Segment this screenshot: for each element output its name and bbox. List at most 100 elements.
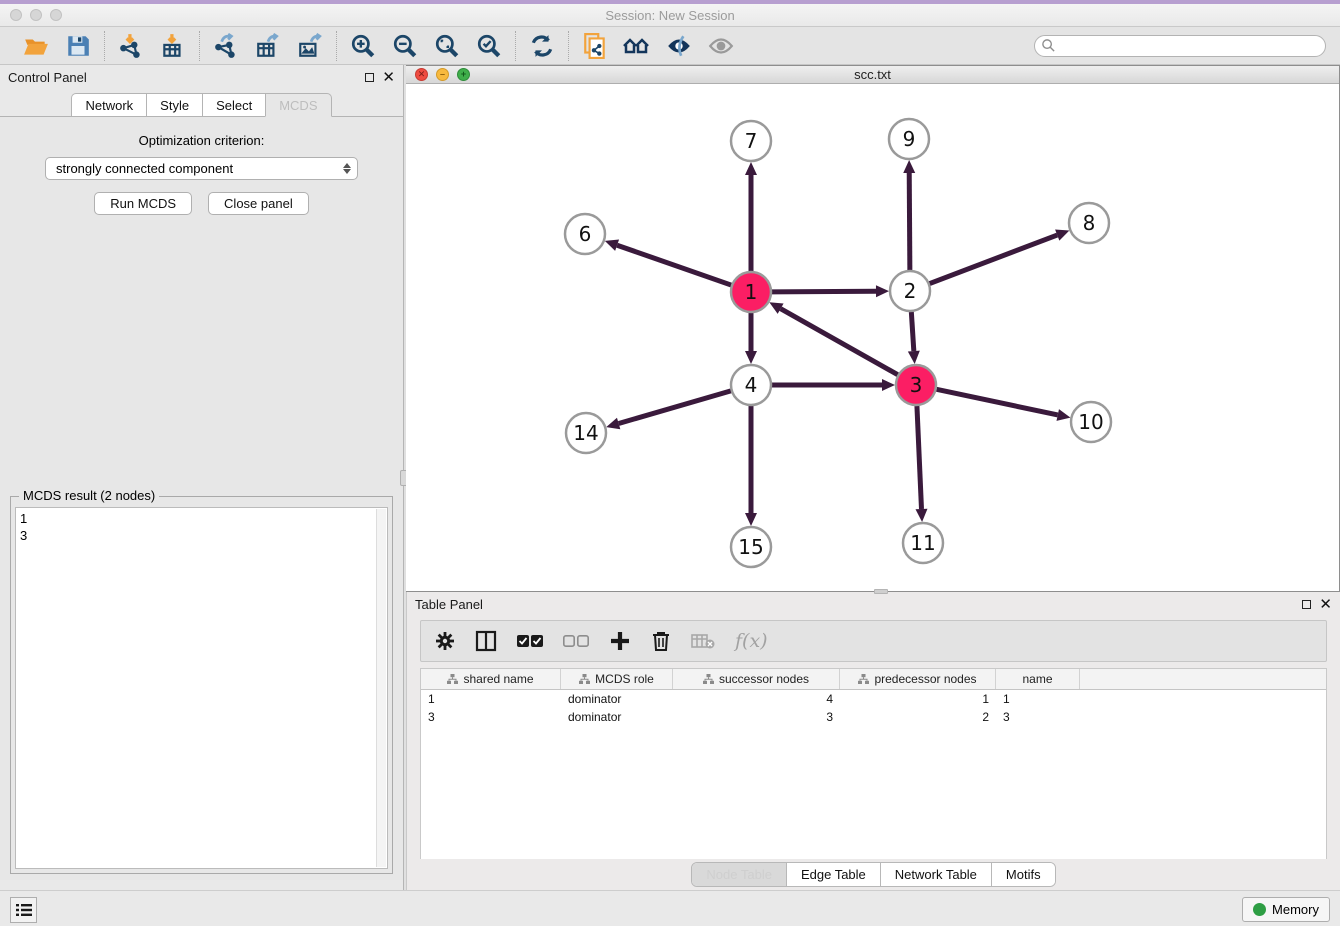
column-header-predecessor-nodes[interactable]: predecessor nodes <box>840 669 996 689</box>
arrowhead <box>606 418 620 430</box>
cell-name: 1 <box>996 692 1080 708</box>
graph-node-7[interactable]: 7 <box>731 121 771 161</box>
function-builder-icon: f(x) <box>735 629 768 653</box>
graph-node-11[interactable]: 11 <box>903 523 943 563</box>
edge-2-3[interactable] <box>911 312 913 351</box>
export-image-icon[interactable] <box>296 32 324 60</box>
tab-network[interactable]: Network <box>71 93 146 117</box>
export-network-icon[interactable] <box>212 32 240 60</box>
network-window-titlebar[interactable]: ✕ – + scc.txt <box>406 66 1339 84</box>
main-toolbar <box>0 27 1340 65</box>
arrowhead <box>745 351 757 364</box>
tab-network-table[interactable]: Network Table <box>881 863 992 886</box>
import-table-icon[interactable] <box>159 32 187 60</box>
node-table[interactable]: shared name MCDS role successor nodes pr… <box>420 668 1327 859</box>
edge-4-14[interactable] <box>619 391 731 424</box>
horizontal-splitter-handle[interactable] <box>874 589 888 594</box>
select-updown-icon <box>343 163 351 174</box>
svg-text:8: 8 <box>1083 211 1096 235</box>
graph-node-14[interactable]: 14 <box>566 413 606 453</box>
close-table-panel-icon[interactable]: ✕ <box>1319 600 1332 609</box>
open-folder-icon[interactable] <box>22 32 50 60</box>
status-bar: Memory <box>0 890 1340 926</box>
gear-icon[interactable] <box>435 629 455 653</box>
table-toolbar: f(x) <box>420 620 1327 662</box>
tab-edge-table[interactable]: Edge Table <box>787 863 881 886</box>
result-scrollbar[interactable] <box>376 509 386 867</box>
criterion-select[interactable]: strongly connected component <box>45 157 358 180</box>
hierarchy-icon <box>447 674 458 684</box>
graph-node-9[interactable]: 9 <box>889 119 929 159</box>
edge-1-6[interactable] <box>617 245 731 285</box>
edge-2-8[interactable] <box>930 235 1058 283</box>
graph-node-6[interactable]: 6 <box>565 214 605 254</box>
unselect-all-checks-icon[interactable] <box>563 629 589 653</box>
copy-network-share-icon[interactable] <box>581 32 609 60</box>
hide-eye-icon[interactable] <box>665 32 693 60</box>
delete-column-icon[interactable] <box>651 629 671 653</box>
memory-button[interactable]: Memory <box>1242 897 1330 922</box>
graph-node-3[interactable]: 3 <box>896 365 936 405</box>
zoom-in-icon[interactable] <box>349 32 377 60</box>
run-mcds-button[interactable]: Run MCDS <box>94 192 192 215</box>
graph-node-15[interactable]: 15 <box>731 527 771 567</box>
home-pair-icon[interactable] <box>623 32 651 60</box>
edge-3-11[interactable] <box>917 406 922 509</box>
import-network-icon[interactable] <box>117 32 145 60</box>
table-row[interactable]: 3 dominator 3 2 3 <box>421 710 1326 726</box>
network-canvas[interactable]: 7 9 6 8 1 2 4 3 14 10 15 11 <box>406 84 1339 591</box>
tab-style[interactable]: Style <box>146 93 202 117</box>
edge-3-10[interactable] <box>937 389 1058 415</box>
export-table-icon[interactable] <box>254 32 282 60</box>
cell-shared-name: 1 <box>421 692 561 708</box>
search-input[interactable] <box>1056 37 1325 55</box>
cell-predecessor-nodes: 1 <box>840 692 996 708</box>
tab-select[interactable]: Select <box>202 93 265 117</box>
column-header-mcds-role[interactable]: MCDS role <box>561 669 673 689</box>
arrowhead <box>916 509 928 522</box>
arrowhead <box>876 285 889 297</box>
column-header-name[interactable]: name <box>996 669 1080 689</box>
svg-text:10: 10 <box>1078 410 1103 434</box>
column-header-shared-name[interactable]: shared name <box>421 669 561 689</box>
svg-text:15: 15 <box>738 535 763 559</box>
float-panel-icon[interactable] <box>365 73 374 82</box>
close-panel-button[interactable]: Close panel <box>208 192 309 215</box>
table-panel: Table Panel ✕ <box>406 592 1340 890</box>
arrowhead <box>605 240 619 251</box>
edge-3-1[interactable] <box>781 309 898 375</box>
cell-successor-nodes: 3 <box>673 710 840 726</box>
memory-status-icon <box>1253 903 1266 916</box>
split-view-icon[interactable] <box>475 629 497 653</box>
task-history-button[interactable] <box>10 897 37 923</box>
graph-node-1[interactable]: 1 <box>731 272 771 312</box>
zoom-out-icon[interactable] <box>391 32 419 60</box>
zoom-fit-icon[interactable] <box>433 32 461 60</box>
graph-node-8[interactable]: 8 <box>1069 203 1109 243</box>
svg-text:9: 9 <box>903 127 916 151</box>
select-all-checks-icon[interactable] <box>517 629 543 653</box>
network-graph[interactable]: 7 9 6 8 1 2 4 3 14 10 15 11 <box>406 84 1339 586</box>
graph-node-10[interactable]: 10 <box>1071 402 1111 442</box>
svg-text:4: 4 <box>745 373 758 397</box>
tab-node-table[interactable]: Node Table <box>692 863 787 886</box>
edge-1-2[interactable] <box>772 291 876 292</box>
save-session-icon[interactable] <box>64 32 92 60</box>
graph-node-4[interactable]: 4 <box>731 365 771 405</box>
graph-node-2[interactable]: 2 <box>890 271 930 311</box>
add-column-icon[interactable] <box>609 629 631 653</box>
apply-layout-icon[interactable] <box>528 32 556 60</box>
tab-mcds[interactable]: MCDS <box>265 93 331 117</box>
tab-motifs[interactable]: Motifs <box>992 863 1055 886</box>
arrowhead <box>908 351 920 364</box>
edge-2-9[interactable] <box>909 173 910 270</box>
arrowhead <box>745 513 757 526</box>
column-header-successor-nodes[interactable]: successor nodes <box>673 669 840 689</box>
float-table-panel-icon[interactable] <box>1302 600 1311 609</box>
table-row[interactable]: 1 dominator 4 1 1 <box>421 692 1326 708</box>
zoom-selected-icon[interactable] <box>475 32 503 60</box>
mcds-result-text[interactable]: 1 3 <box>15 507 388 869</box>
search-box[interactable] <box>1034 35 1326 57</box>
network-window: ✕ – + scc.txt 7 9 6 8 1 2 4 3 14 10 15 11 <box>406 65 1340 592</box>
close-panel-icon[interactable]: ✕ <box>382 73 395 82</box>
